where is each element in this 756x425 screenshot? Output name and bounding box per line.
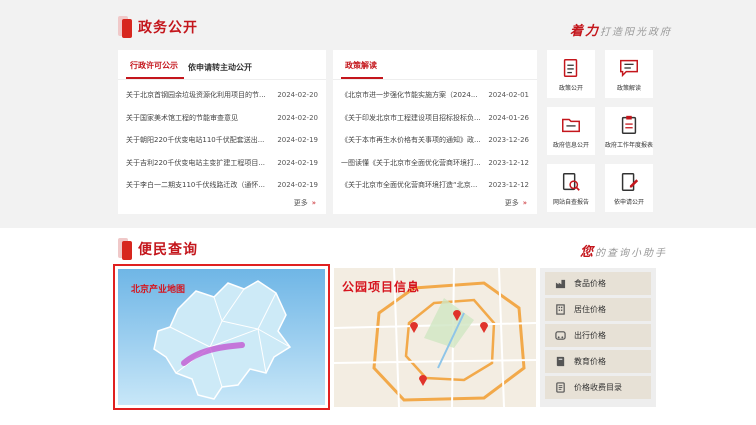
folder-icon xyxy=(562,118,580,132)
price-item-travel[interactable]: 出行价格 xyxy=(545,324,651,347)
list-item[interactable]: 关于李白一二期支110千伏线路迁改（通怀... 2024-02-19 xyxy=(126,174,318,197)
clipboard-icon xyxy=(621,115,637,134)
industry-map-card[interactable]: 北京产业地图 xyxy=(113,264,330,410)
price-item-education[interactable]: 教育价格 xyxy=(545,350,651,373)
list-item[interactable]: 关于北京首钢园余垃圾资源化利用项目的节... 2024-02-20 xyxy=(126,84,318,107)
chevron-right-icon: » xyxy=(311,199,316,207)
tab-application-disclosure[interactable]: 依申请转主动公开 xyxy=(184,62,258,79)
list-item[interactable]: 关于吉利220千伏变电站主变扩建工程项目... 2024-02-19 xyxy=(126,152,318,175)
list-item[interactable]: 《北京市进一步强化节能实施方案（2024... 2024-02-01 xyxy=(341,84,529,107)
list-item[interactable]: 《关于印发北京市工程建设项目招标投标负... 2024-01-26 xyxy=(341,107,529,130)
permit-news-panel: 行政许可公示 依申请转主动公开 关于北京首钢园余垃圾资源化利用项目的节... 20… xyxy=(118,50,326,214)
car-icon xyxy=(555,331,566,340)
edit-document-icon xyxy=(621,172,639,191)
section-mark-icon xyxy=(118,238,132,260)
list-item[interactable]: 关于朝阳220千伏变电站110千伏配套送出... 2024-02-19 xyxy=(126,129,318,152)
chat-icon xyxy=(620,59,638,77)
building-icon xyxy=(556,304,565,315)
park-project-title: 公园项目信息 xyxy=(342,280,421,294)
price-item-housing[interactable]: 居住价格 xyxy=(545,298,651,321)
price-query-list: 食品价格 居住价格 出行价格 教育价格 价格收费目录 xyxy=(540,268,656,407)
tab-policy-interpretation[interactable]: 政策解读 xyxy=(341,60,383,79)
tab-permit-publicity[interactable]: 行政许可公示 xyxy=(126,60,184,79)
quick-link-policy-interpretation[interactable]: 政策解读 xyxy=(605,50,653,98)
more-link[interactable]: 更多» xyxy=(294,198,316,208)
quick-link-self-check[interactable]: 网站自查报告 xyxy=(547,164,595,212)
beijing-map-image xyxy=(153,280,292,400)
list-item[interactable]: 《关于北京市全面优化营商环境打造“北京... 2023-12-12 xyxy=(341,174,529,197)
convenience-slogan: 您的查询小助手 xyxy=(580,245,668,260)
map-pin-icon xyxy=(480,322,488,333)
quick-link-policy-public[interactable]: 政策公开 xyxy=(547,50,595,98)
list-item[interactable]: 一图读懂《关于北京市全面优化营商环境打... 2023-12-12 xyxy=(341,152,529,175)
quick-link-gov-info[interactable]: 政府信息公开 xyxy=(547,107,595,155)
park-project-card[interactable]: 公园项目信息 xyxy=(334,268,536,407)
quick-link-apply-disclosure[interactable]: 依申请公开 xyxy=(605,164,653,212)
list-icon xyxy=(556,382,565,393)
gov-affairs-header: 政务公开 xyxy=(118,12,198,42)
convenience-title: 便民查询 xyxy=(138,242,198,258)
list-item[interactable]: 《关于本市再生水价格有关事项的通知》政... 2023-12-26 xyxy=(341,129,529,152)
gov-affairs-slogan: 着力打造阳光政府 xyxy=(570,24,673,39)
price-item-food[interactable]: 食品价格 xyxy=(545,272,651,295)
factory-icon xyxy=(555,279,566,289)
more-link[interactable]: 更多» xyxy=(505,198,527,208)
map-pin-icon xyxy=(410,322,418,333)
chevron-right-icon: » xyxy=(522,199,527,207)
document-icon xyxy=(563,58,578,77)
policy-interpretation-panel: 政策解读 《北京市进一步强化节能实施方案（2024... 2024-02-01 《… xyxy=(333,50,537,214)
price-item-fee-catalog[interactable]: 价格收费目录 xyxy=(545,376,651,399)
list-item[interactable]: 关于国家美术馆工程的节能审查意见 2024-02-20 xyxy=(126,107,318,130)
book-icon xyxy=(556,356,565,367)
search-document-icon xyxy=(562,172,580,191)
convenience-header: 便民查询 xyxy=(118,234,198,264)
gov-affairs-title: 政务公开 xyxy=(138,20,198,36)
map-pin-icon xyxy=(453,310,461,321)
quick-link-annual-report[interactable]: 政府工作年度报表 xyxy=(605,107,653,155)
map-pin-icon xyxy=(419,375,427,386)
section-mark-icon xyxy=(118,16,132,38)
